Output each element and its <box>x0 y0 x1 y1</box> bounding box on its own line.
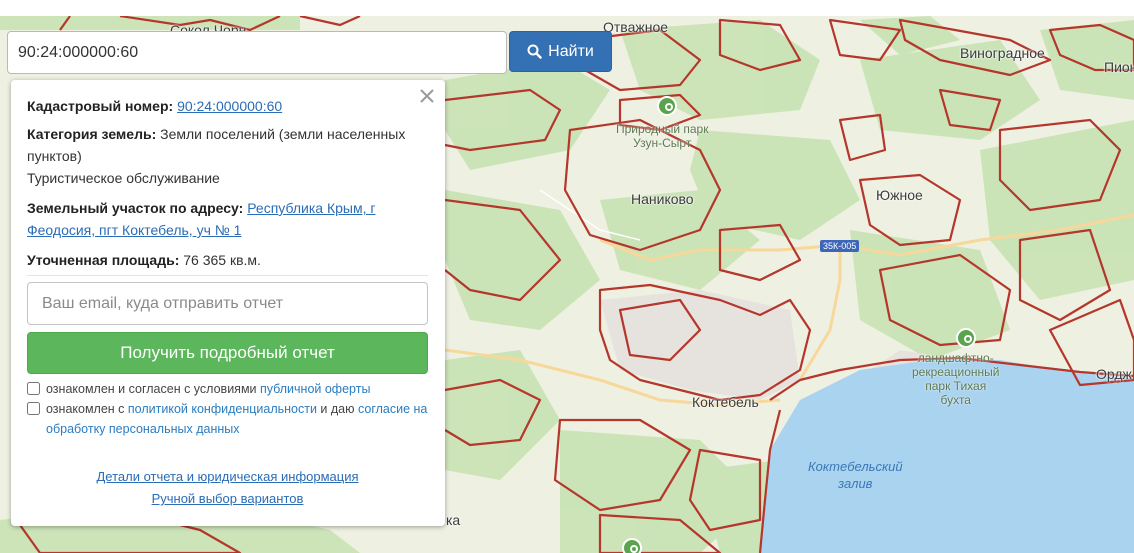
area-label: Уточненная площадь: <box>27 252 180 268</box>
map-label-koktebel: Коктебель <box>692 394 759 410</box>
bottom-poi-icon[interactable] <box>622 538 642 553</box>
land-use-value: Туристическое обслуживание <box>27 170 220 186</box>
land-category-row: Категория земель: Земли поселений (земли… <box>27 123 428 189</box>
privacy-consent-row: ознакомлен с политикой конфиденциальност… <box>27 399 428 439</box>
road-number-badge: 35К-005 <box>820 240 860 252</box>
email-input[interactable] <box>27 282 428 325</box>
map-label-yuzhnoe: Южное <box>876 187 923 203</box>
map-label-vinogradnoe: Виноградное <box>960 45 1045 61</box>
footer-links: Детали отчета и юридическая информация Р… <box>27 466 428 510</box>
offer-consent-text: ознакомлен и согласен с условиями <box>46 382 260 396</box>
cadastral-number-link[interactable]: 90:24:000000:60 <box>177 98 282 114</box>
parcel-info-card: Кадастровый номер: 90:24:000000:60 Катег… <box>11 80 445 526</box>
cadastral-search-input[interactable] <box>7 31 507 74</box>
address-row: Земельный участок по адресу: Республика … <box>27 197 428 241</box>
divider <box>27 275 428 276</box>
map-label-otvazhnoe: Отважное <box>603 19 669 35</box>
cadastral-number-label: Кадастровый номер: <box>27 98 174 114</box>
park-poi-icon[interactable] <box>657 96 677 116</box>
address-label: Земельный участок по адресу: <box>27 200 244 216</box>
area-row: Уточненная площадь: 76 365 кв.м. <box>27 249 428 271</box>
map-label-pion: Пион <box>1104 59 1134 75</box>
privacy-consent-text-2: и даю <box>316 402 358 416</box>
close-icon[interactable] <box>417 86 437 106</box>
landscape-park-poi-icon[interactable] <box>956 328 976 348</box>
map-label-ordzh: Ордж <box>1096 366 1132 382</box>
privacy-policy-link[interactable]: политикой конфиденциальности <box>128 402 317 416</box>
privacy-consent-text: ознакомлен с <box>46 402 128 416</box>
report-details-link[interactable]: Детали отчета и юридическая информация <box>96 469 358 484</box>
offer-consent-row: ознакомлен и согласен с условиями публич… <box>27 379 428 399</box>
search-icon <box>527 44 542 59</box>
map-label-bottom: ка <box>446 512 461 528</box>
privacy-consent-checkbox[interactable] <box>27 402 40 415</box>
offer-consent-checkbox[interactable] <box>27 382 40 395</box>
privacy-consent-label: ознакомлен с политикой конфиденциальност… <box>46 399 428 439</box>
manual-selection-link[interactable]: Ручной выбор вариантов <box>152 491 304 506</box>
get-report-button[interactable]: Получить подробный отчет <box>27 332 428 374</box>
map-label-nanikovo: Наниково <box>631 191 694 207</box>
search-button-label: Найти <box>548 42 594 60</box>
search-button[interactable]: Найти <box>509 31 612 72</box>
map-label-koktebel-bay: Коктебельский залив <box>808 459 903 491</box>
land-category-label: Категория земель: <box>27 126 157 142</box>
offer-consent-label: ознакомлен и согласен с условиями публич… <box>46 379 370 399</box>
public-offer-link[interactable]: публичной оферты <box>260 382 370 396</box>
map-label-park-uzun-syrt: Природный парк Узун-Сырт <box>616 122 709 150</box>
map-label-landscape-park: ландшафтно- рекреационный парк Тихая бух… <box>912 351 1000 407</box>
cadastral-number-row: Кадастровый номер: 90:24:000000:60 <box>27 95 428 117</box>
area-value: 76 365 кв.м. <box>183 252 261 268</box>
